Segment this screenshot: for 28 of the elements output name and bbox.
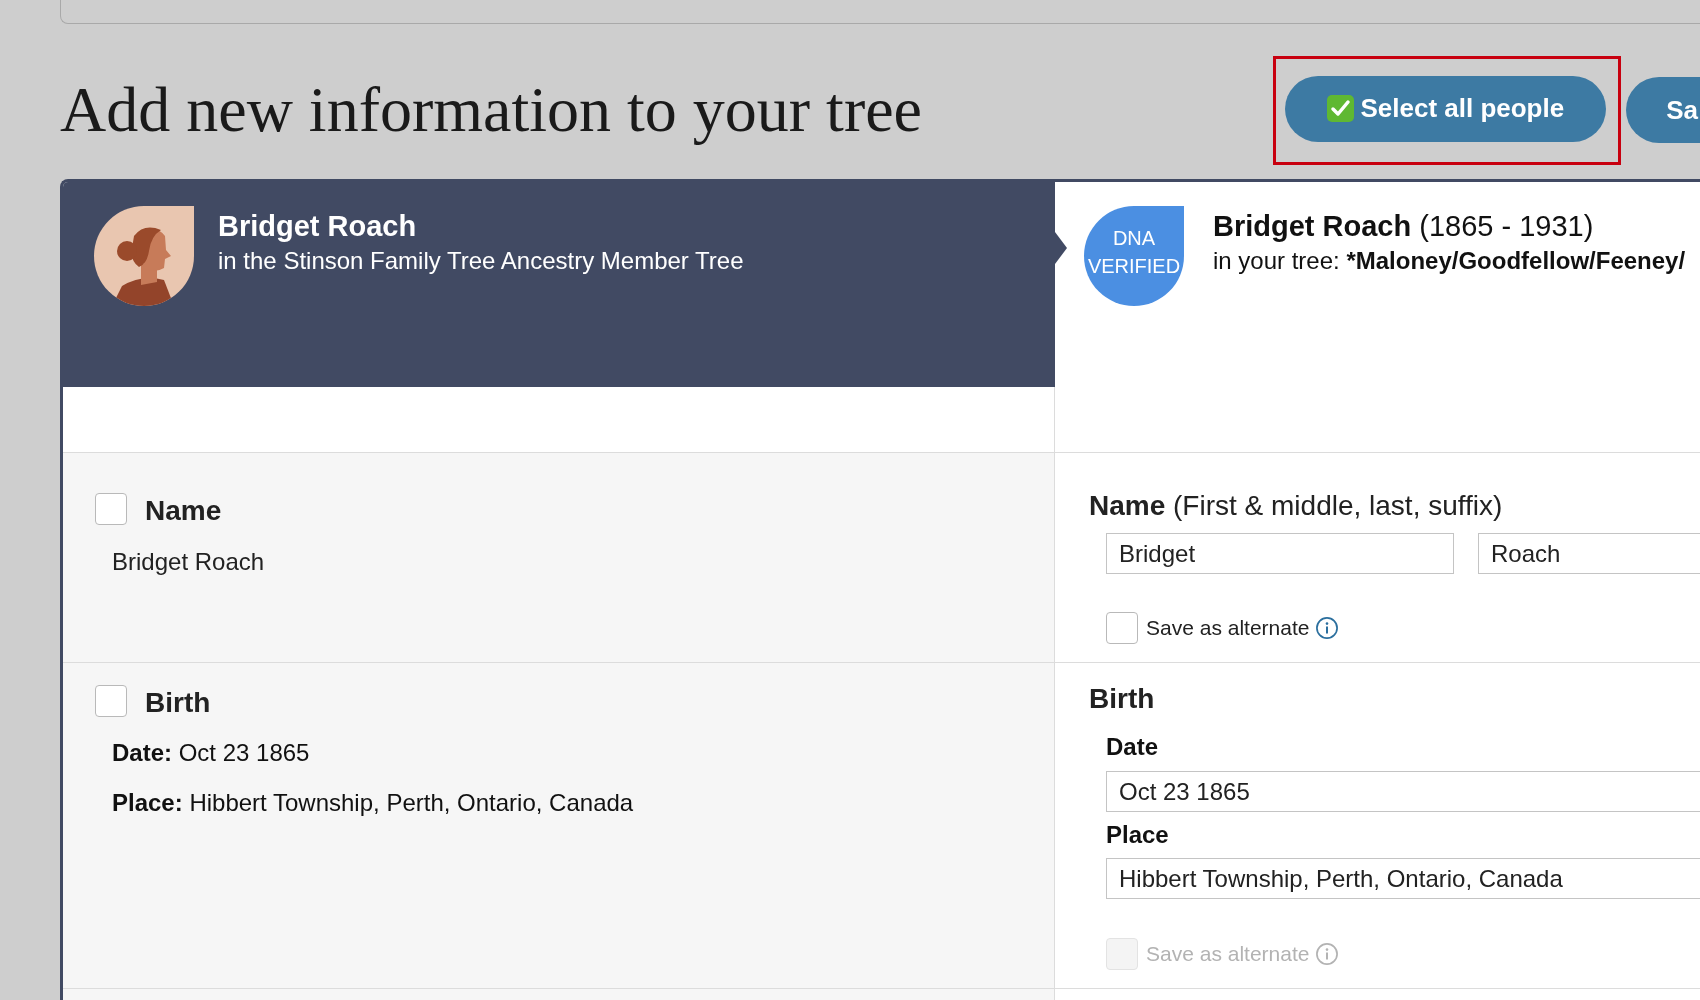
info-icon[interactable] <box>1316 617 1339 639</box>
check-icon <box>1327 95 1355 122</box>
source-tree-text: in the Stinson Family Tree Ancestry Member Tree <box>218 247 744 275</box>
save-alternate-label: Save as alternate <box>1146 615 1310 641</box>
header-button[interactable]: Select all people <box>1285 75 1607 142</box>
person-name: Bridget Roach <box>218 209 418 243</box>
save-alternate-label: Save as alternate <box>1146 941 1310 967</box>
header-button[interactable]: Sa <box>1626 77 1700 143</box>
field-label: Date <box>1106 734 1159 760</box>
text-input-field[interactable]: Oct 23 1865 <box>1106 771 1700 812</box>
fact-detail: Date: Oct 23 1865 <box>112 739 310 767</box>
checkbox[interactable] <box>1106 612 1138 644</box>
field-label: Place <box>1106 822 1169 848</box>
page-title: Add new information to your tree <box>60 74 923 146</box>
fact-detail: Place: Hibbert Township, Perth, Ontario, Canada <box>112 789 634 817</box>
tree-line: in your tree: *Maloney/Goodfellow/Feeney/ <box>1213 247 1686 275</box>
fact-title: Name <box>145 495 222 527</box>
person-heading: Bridget Roach (1865 - 1931) <box>1213 209 1594 243</box>
fact-value: Bridget Roach <box>112 548 265 576</box>
checkbox[interactable] <box>95 492 127 525</box>
checkbox[interactable] <box>95 684 127 717</box>
fact-heading: Birth <box>1089 683 1155 715</box>
name-input-field[interactable]: Bridget <box>1106 533 1454 574</box>
dna-verified-badge: DNA VERIFIED <box>1084 206 1184 306</box>
fact-heading: Name (First & middle, last, suffix) <box>1089 490 1503 522</box>
fact-title: Birth <box>145 687 211 719</box>
name-input-field[interactable]: Roach <box>1478 533 1700 574</box>
text-input-field[interactable]: Hibbert Township, Perth, Ontario, Canada <box>1106 858 1700 899</box>
